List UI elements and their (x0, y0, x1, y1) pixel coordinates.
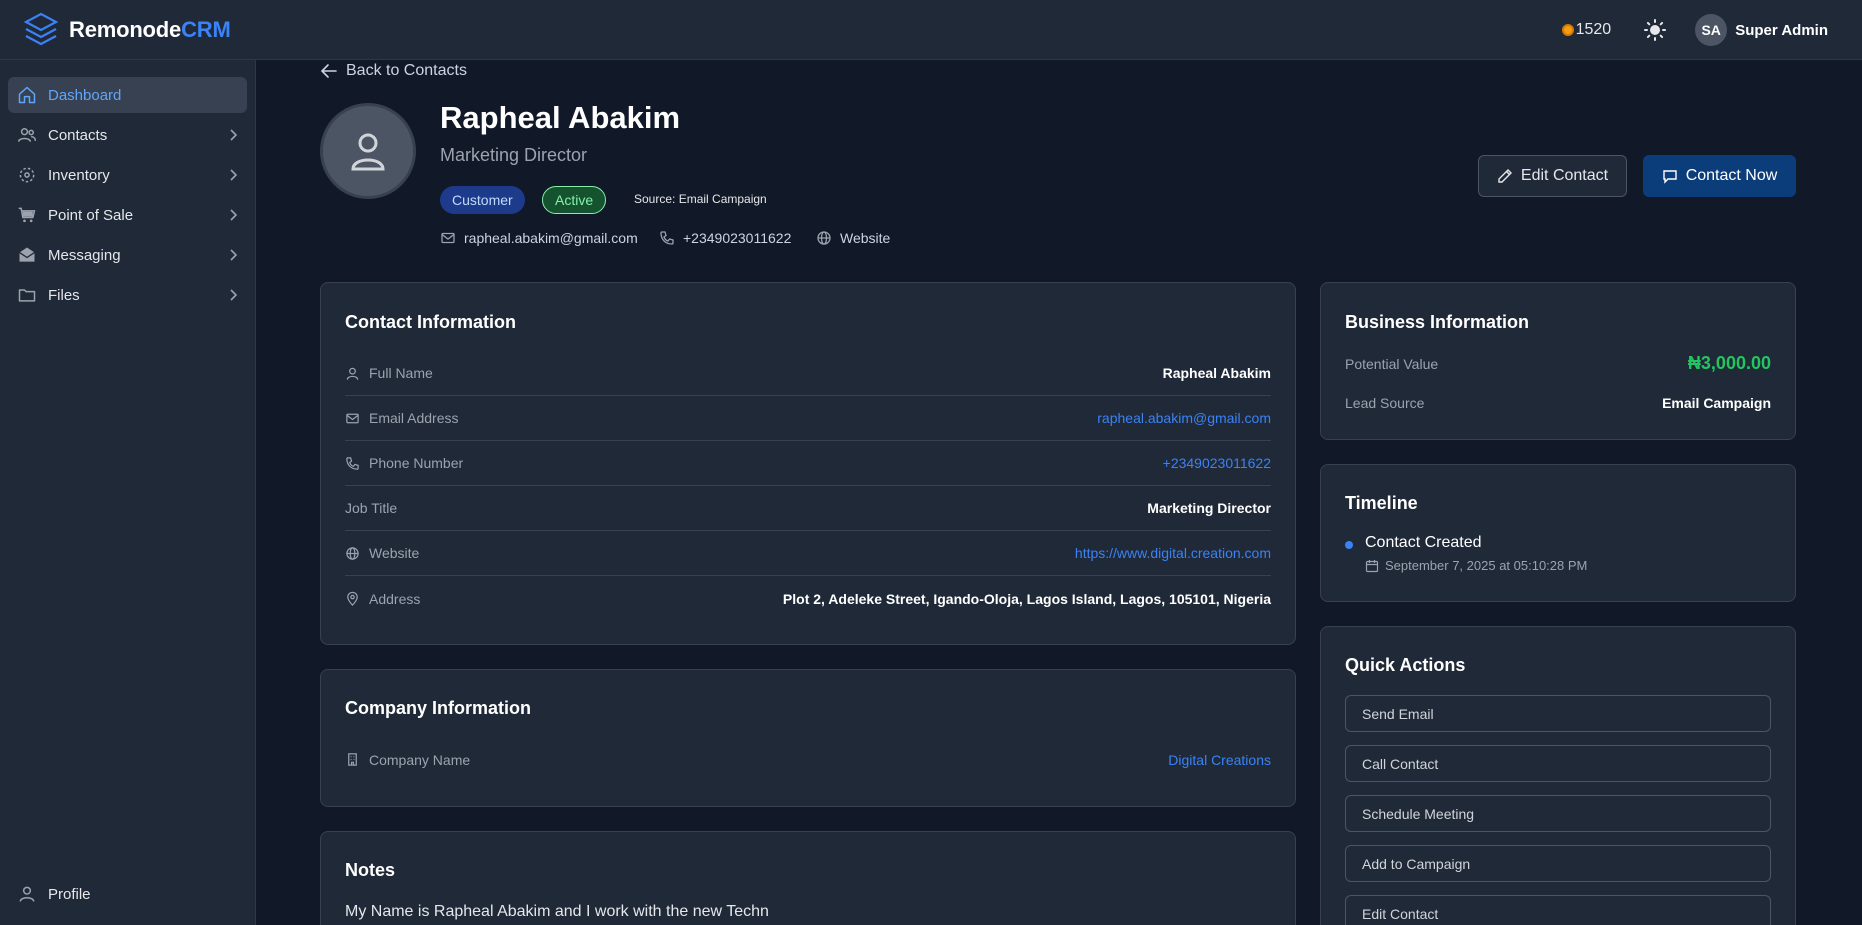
calendar-icon (1365, 559, 1379, 572)
notes-text: My Name is Rapheal Abakim and I work wit… (345, 903, 769, 920)
card-title: Quick Actions (1345, 655, 1466, 675)
users-icon (17, 127, 37, 142)
sidebar-item-files[interactable]: Files (8, 277, 247, 313)
phone-icon (346, 456, 359, 470)
timeline-date: September 7, 2025 at 05:10:28 PM (1365, 558, 1587, 573)
edit-contact-button[interactable]: Edit Contact (1478, 155, 1627, 197)
sidebar-item-label: Contacts (48, 126, 108, 144)
schedule-meeting-button[interactable]: Schedule Meeting (1345, 795, 1771, 832)
email-link[interactable]: rapheal.abakim@gmail.com (1097, 410, 1271, 426)
globe-icon (817, 231, 831, 245)
quick-edit-contact-button[interactable]: Edit Contact (1345, 895, 1771, 925)
sidebar-item-point-of-sale[interactable]: Point of Sale (8, 197, 247, 233)
credits-display: 1520 (1561, 21, 1612, 39)
message-icon (1663, 170, 1677, 184)
sidebar-item-dashboard[interactable]: Dashboard (8, 77, 247, 113)
header-email[interactable]: rapheal.abakim@gmail.com (440, 230, 638, 246)
card-title: Contact Information (345, 312, 516, 332)
chevron-right-icon (230, 209, 238, 221)
user-menu[interactable]: SA Super Admin (1695, 14, 1828, 46)
card-title: Business Information (1345, 312, 1530, 332)
sidebar-item-messaging[interactable]: Messaging (8, 237, 247, 273)
info-row-address: Address Plot 2, Adeleke Street, Igando-O… (345, 576, 1271, 621)
card-title: Notes (345, 860, 396, 880)
lead-source-row: Lead Source Email Campaign (1345, 395, 1771, 411)
logo-icon (23, 12, 59, 45)
business-information-card: Business Information Potential Value ₦3,… (1320, 282, 1796, 440)
folder-icon (18, 289, 36, 302)
contact-avatar (320, 103, 416, 199)
info-row-phone: Phone Number +2349023011622 (345, 441, 1271, 486)
brand-name: RemonodeCRM (69, 16, 231, 42)
contact-now-button[interactable]: Contact Now (1643, 155, 1796, 197)
timeline-card: Timeline Contact Created September 7, 20… (1320, 464, 1796, 602)
sidebar-item-label: Point of Sale (48, 206, 134, 224)
sidebar-item-label: Profile (48, 885, 91, 903)
source-label: Source: Email Campaign (634, 192, 767, 206)
arrow-left-icon (320, 64, 337, 78)
sidebar-item-inventory[interactable]: Inventory (8, 157, 247, 193)
contact-information-card: Contact Information Full Name Rapheal Ab… (320, 282, 1296, 645)
info-row-job-title: Job Title Marketing Director (345, 486, 1271, 531)
sidebar-item-label: Inventory (48, 166, 110, 184)
avatar: SA (1695, 14, 1728, 46)
card-title: Company Information (345, 698, 532, 718)
mail-icon (19, 247, 35, 262)
card-title: Timeline (1345, 493, 1418, 513)
user-icon (19, 886, 35, 902)
chevron-right-icon (230, 129, 238, 141)
coin-icon (1561, 24, 1574, 36)
company-information-card: Company Information Company Name Digital… (320, 669, 1296, 807)
home-icon (18, 86, 36, 104)
phone-link[interactable]: +2349023011622 (1163, 455, 1271, 471)
chevron-right-icon (230, 249, 238, 261)
chevron-right-icon (230, 289, 238, 301)
call-contact-button[interactable]: Call Contact (1345, 745, 1771, 782)
mail-icon (441, 232, 455, 244)
package-icon (19, 167, 35, 183)
info-row-company-name: Company Name Digital Creations (345, 737, 1271, 782)
contact-role: Marketing Director (440, 145, 588, 165)
sidebar-item-contacts[interactable]: Contacts (8, 117, 247, 153)
sidebar-item-label: Dashboard (48, 86, 122, 104)
sidebar-item-label: Files (48, 286, 80, 304)
header-website[interactable]: Website (816, 230, 890, 246)
info-row-email: Email Address rapheal.abakim@gmail.com (345, 396, 1271, 441)
potential-value-row: Potential Value ₦3,000.00 (1345, 353, 1771, 373)
contact-name: Rapheal Abakim (440, 100, 681, 135)
user-icon (346, 367, 359, 380)
building-icon (348, 753, 357, 766)
company-link[interactable]: Digital Creations (1168, 752, 1271, 768)
add-to-campaign-button[interactable]: Add to Campaign (1345, 845, 1771, 882)
pencil-icon (1498, 169, 1512, 183)
phone-icon (660, 231, 674, 245)
back-to-contacts-link[interactable]: Back to Contacts (320, 62, 467, 80)
chevron-right-icon (230, 169, 238, 181)
customer-badge: Customer (440, 186, 525, 214)
website-link[interactable]: https://www.digital.creation.com (1075, 545, 1271, 561)
user-name: Super Admin (1735, 21, 1828, 39)
top-bar: RemonodeCRM 1520 SA Super Admin (0, 0, 1862, 60)
notes-card: Notes My Name is Rapheal Abakim and I wo… (320, 831, 1296, 925)
timeline-event: Contact Created (1365, 534, 1482, 551)
user-icon (351, 133, 385, 171)
sidebar-item-label: Messaging (48, 246, 121, 264)
info-row-website: Website https://www.digital.creation.com (345, 531, 1271, 576)
info-row-full-name: Full Name Rapheal Abakim (345, 351, 1271, 396)
potential-value: ₦3,000.00 (1687, 353, 1771, 373)
mail-icon (346, 413, 359, 423)
globe-icon (346, 546, 359, 560)
cart-icon (18, 207, 36, 223)
sidebar: Dashboard Contacts Inventory Point of Sa… (0, 60, 256, 925)
sidebar-item-profile[interactable]: Profile (8, 876, 247, 912)
send-email-button[interactable]: Send Email (1345, 695, 1771, 732)
sun-icon[interactable] (1643, 18, 1667, 42)
quick-actions-card: Quick Actions Send Email Call Contact Sc… (1320, 626, 1796, 925)
map-pin-icon (347, 591, 358, 606)
brand[interactable]: RemonodeCRM (22, 11, 231, 49)
credits-value: 1520 (1575, 21, 1612, 38)
timeline-dot (1345, 541, 1353, 549)
header-phone[interactable]: +2349023011622 (659, 230, 791, 246)
status-badge: Active (542, 186, 607, 214)
